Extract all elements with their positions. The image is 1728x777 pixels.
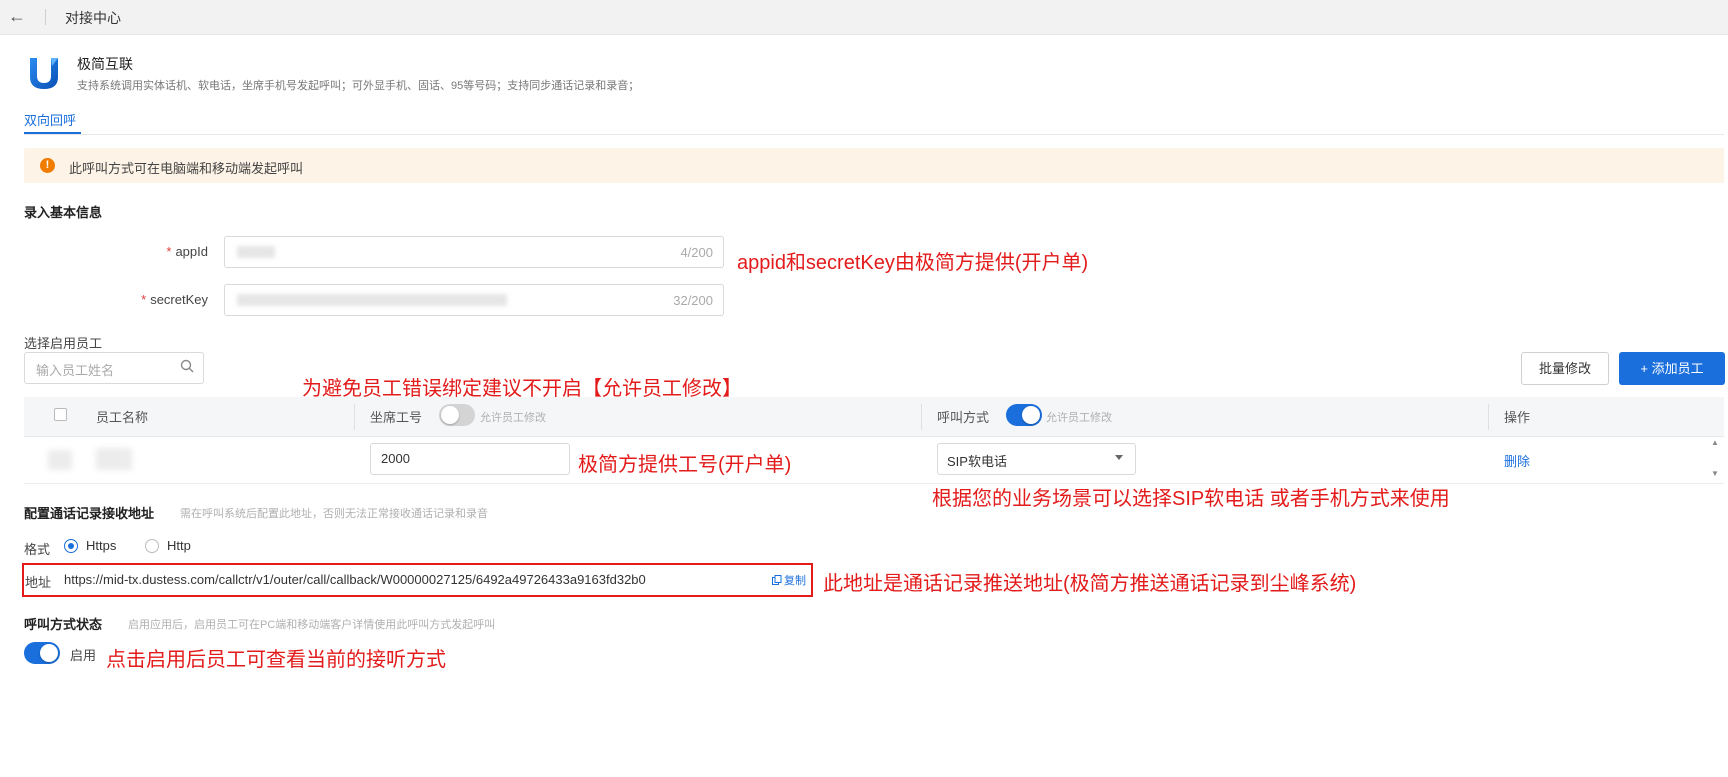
chevron-down-icon bbox=[1115, 455, 1123, 460]
address-annotation: 此地址是通话记录推送地址(极简方推送通话记录到尘峰系统) bbox=[823, 573, 1357, 595]
brand-name: 极简互联 bbox=[77, 56, 133, 72]
column-divider bbox=[354, 404, 355, 430]
agent-no-value: 2000 bbox=[381, 451, 410, 466]
brand-logo-icon bbox=[30, 58, 58, 89]
add-staff-button[interactable]: + 添加员工 bbox=[1619, 352, 1725, 385]
column-divider bbox=[921, 404, 922, 430]
scroll-down-icon[interactable]: ▼ bbox=[1711, 469, 1721, 478]
appid-annotation: appid和secretKey由极简方提供(开户单) bbox=[737, 252, 1089, 274]
http-option-label[interactable]: Http bbox=[167, 538, 191, 553]
staff-section-title: 选择启用员工 bbox=[24, 336, 103, 351]
tab-two-way-callback[interactable]: 双向回呼 bbox=[24, 110, 76, 129]
basic-info-title: 录入基本信息 bbox=[24, 205, 103, 220]
callback-address: https://mid-tx.dustess.com/callctr/v1/ou… bbox=[64, 572, 646, 587]
row-checkbox-redacted[interactable] bbox=[48, 450, 72, 470]
alert-text: 此呼叫方式可在电脑端和移动端发起呼叫 bbox=[69, 161, 304, 176]
http-radio[interactable] bbox=[145, 539, 159, 553]
topbar-divider bbox=[45, 9, 46, 25]
staff-search-placeholder: 输入员工姓名 bbox=[36, 363, 115, 378]
col-actions: 操作 bbox=[1504, 410, 1531, 425]
agent-no-annotation: 极简方提供工号(开户单) bbox=[578, 454, 792, 476]
call-mode-status-hint: 启用应用后，启用员工可在PC端和移动端客户详情使用此呼叫方式发起呼叫 bbox=[128, 619, 496, 631]
page-title: 对接中心 bbox=[65, 10, 121, 26]
call-mode-value: SIP软电话 bbox=[947, 454, 1007, 469]
search-icon[interactable] bbox=[180, 359, 194, 373]
call-mode-allow-edit-switch[interactable] bbox=[1006, 404, 1042, 426]
table-header bbox=[24, 397, 1724, 437]
top-bar bbox=[0, 0, 1728, 35]
call-mode-switch-hint: 允许员工修改 bbox=[1046, 412, 1112, 424]
col-agent-no: 坐席工号 bbox=[370, 410, 423, 425]
column-divider bbox=[1488, 404, 1489, 430]
table-row bbox=[24, 437, 1724, 484]
address-label: 地址 bbox=[25, 575, 52, 590]
callback-config-hint: 需在呼叫系统后配置此地址，否则无法正常接收通话记录和录音 bbox=[180, 508, 488, 520]
format-label: 格式 bbox=[24, 542, 51, 557]
appid-input[interactable]: 4/200 bbox=[224, 236, 724, 268]
copy-icon[interactable] bbox=[772, 575, 782, 585]
secretkey-label: * secretKey bbox=[141, 292, 208, 307]
call-mode-annotation: 根据您的业务场景可以选择SIP软电话 或者手机方式来使用 bbox=[932, 488, 1450, 510]
https-option-label[interactable]: Https bbox=[86, 538, 116, 553]
secretkey-input[interactable]: 32/200 bbox=[224, 284, 724, 316]
copy-link[interactable]: 复制 bbox=[784, 572, 806, 588]
https-radio[interactable] bbox=[64, 539, 78, 553]
delete-staff-link[interactable]: 删除 bbox=[1504, 451, 1530, 470]
agent-no-switch-hint: 允许员工修改 bbox=[480, 412, 546, 424]
col-staff-name: 员工名称 bbox=[96, 410, 149, 425]
enable-label: 启用 bbox=[70, 648, 97, 663]
enable-annotation: 点击启用后员工可查看当前的接听方式 bbox=[106, 649, 446, 671]
callback-config-title: 配置通话记录接收地址 bbox=[24, 506, 155, 521]
back-arrow-icon[interactable]: ← bbox=[8, 6, 26, 27]
warning-icon: ! bbox=[40, 158, 55, 173]
batch-edit-button[interactable]: 批量修改 bbox=[1521, 352, 1609, 385]
select-all-checkbox[interactable] bbox=[54, 408, 67, 421]
tab-divider bbox=[24, 134, 1724, 135]
agent-no-allow-edit-switch[interactable] bbox=[439, 404, 475, 426]
enable-toggle[interactable] bbox=[24, 642, 60, 664]
staff-name-redacted bbox=[96, 448, 132, 470]
brand-description: 支持系统调用实体话机、软电话，坐席手机号发起呼叫；可外显手机、固话、95等号码；… bbox=[77, 80, 640, 92]
call-mode-status-title: 呼叫方式状态 bbox=[24, 617, 103, 632]
appid-label: * appId bbox=[166, 244, 208, 259]
col-call-mode: 呼叫方式 bbox=[937, 410, 990, 425]
scroll-up-icon[interactable]: ▲ bbox=[1711, 438, 1721, 447]
